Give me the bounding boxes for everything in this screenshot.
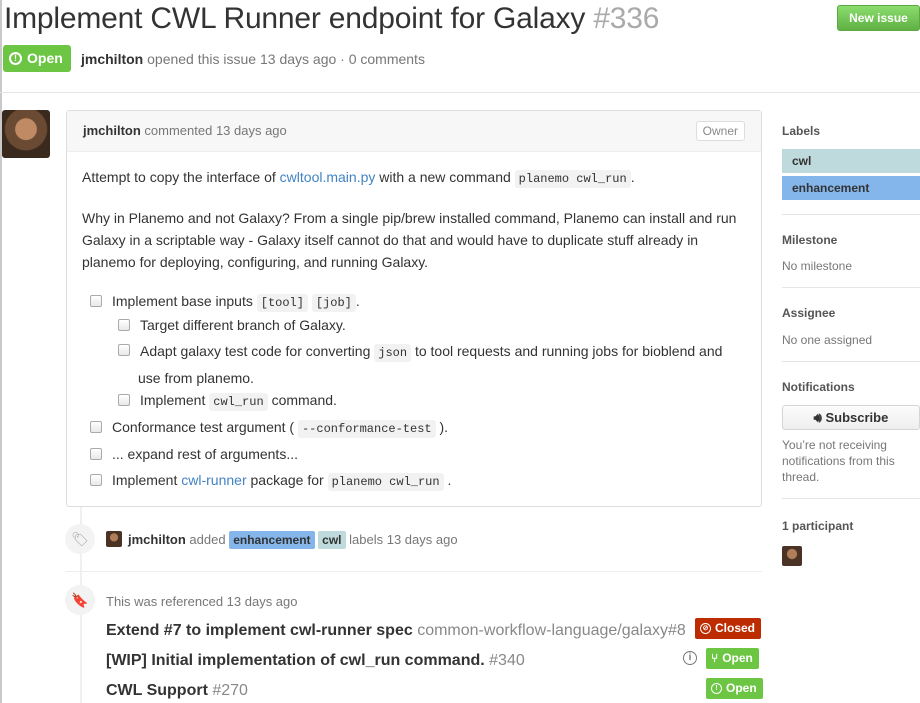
issue-comment: jmchilton commented 13 days ago Owner At… xyxy=(66,110,762,507)
speaker-icon: 🔊︎ xyxy=(813,410,822,425)
sidebar-divider xyxy=(782,361,920,362)
pr-closed-icon: ⊘ xyxy=(700,623,711,634)
p1-text-middle: with a new command xyxy=(379,169,511,185)
task-checkbox[interactable] xyxy=(90,448,102,460)
owner-badge: Owner xyxy=(695,121,745,141)
issue-state-label: Open xyxy=(27,50,63,66)
task-text: Implement cwl-runner package for planemo… xyxy=(112,472,452,491)
reference-item[interactable]: Extend #7 to implement cwl-runner spec c… xyxy=(106,622,686,640)
assignee-value: No one assigned xyxy=(782,333,873,347)
milestone-value: No milestone xyxy=(782,259,853,273)
comment-meta[interactable]: commented 13 days ago xyxy=(144,123,286,138)
task-checkbox[interactable] xyxy=(118,319,130,331)
reference-note: This was referenced 13 days ago xyxy=(106,594,298,609)
event-avatar[interactable] xyxy=(106,531,122,547)
open-badge: ! Open xyxy=(706,678,763,699)
milestone-heading[interactable]: Milestone xyxy=(782,233,920,247)
sidebar-label-enhancement[interactable]: enhancement xyxy=(782,176,920,200)
assignee-heading[interactable]: Assignee xyxy=(782,306,920,320)
task-item-6: ... expand rest of arguments... xyxy=(90,443,298,465)
task-item-5: Conformance test argument ( --conformanc… xyxy=(90,416,448,440)
task-checkbox[interactable] xyxy=(118,394,130,406)
labels-heading[interactable]: Labels xyxy=(782,124,920,138)
info-icon[interactable]: i xyxy=(683,651,697,665)
participants-heading: 1 participant xyxy=(782,519,854,533)
label-enhancement[interactable]: enhancement xyxy=(229,531,315,549)
comment-header: jmchilton commented 13 days ago Owner xyxy=(67,111,761,152)
task-text: Conformance test argument ( --conformanc… xyxy=(112,419,449,438)
comment-paragraph-1: Attempt to copy the interface of cwltool… xyxy=(82,169,635,188)
task-text: Adapt galaxy test code for converting js… xyxy=(138,343,723,386)
label-cwl[interactable]: cwl xyxy=(318,531,346,549)
sidebar-divider xyxy=(782,287,920,288)
cwltool-link[interactable]: cwltool.main.py xyxy=(280,169,376,185)
task-text: Implement cwl_run command. xyxy=(140,392,337,411)
task-item-3: Adapt galaxy test code for converting js… xyxy=(118,339,748,391)
sidebar-divider xyxy=(782,498,920,499)
header-divider xyxy=(0,92,920,93)
p1-code: planemo cwl_run xyxy=(514,170,631,188)
task-checkbox[interactable] xyxy=(118,344,130,356)
task-text: ... expand rest of arguments... xyxy=(112,446,298,462)
issue-opened-icon: ! xyxy=(9,52,22,65)
issue-number: #336 xyxy=(593,2,660,35)
task-item-7: Implement cwl-runner package for planemo… xyxy=(90,469,451,493)
issue-title-text: Implement CWL Runner endpoint for Galaxy xyxy=(4,2,586,35)
notifications-heading: Notifications xyxy=(782,380,855,394)
reference-item[interactable]: CWL Support #270 xyxy=(106,682,248,700)
task-item-1: Implement base inputs [tool] [job]. xyxy=(90,290,360,314)
reference-item[interactable]: [WIP] Initial implementation of cwl_run … xyxy=(106,652,525,670)
issue-meta: jmchilton opened this issue 13 days ago … xyxy=(81,51,425,67)
tag-icon: 🏷 xyxy=(65,524,95,554)
open-badge: ⑂ Open xyxy=(706,648,759,669)
issue-state-badge: ! Open xyxy=(3,45,71,72)
new-issue-button[interactable]: New issue xyxy=(837,5,920,31)
issue-title: Implement CWL Runner endpoint for Galaxy… xyxy=(4,2,659,36)
task-checkbox[interactable] xyxy=(90,295,102,307)
task-text: Implement base inputs [tool] [job]. xyxy=(112,293,360,312)
timeline-divider xyxy=(66,571,762,572)
event-actor-link[interactable]: jmchilton xyxy=(128,532,186,547)
participant-avatar[interactable] xyxy=(782,546,802,566)
task-checkbox[interactable] xyxy=(90,421,102,433)
left-edge-border xyxy=(0,0,2,703)
issue-meta-text: opened this issue 13 days ago · 0 commen… xyxy=(147,51,425,67)
bookmark-icon: 🔖 xyxy=(65,585,95,615)
issue-opened-icon: ! xyxy=(711,683,722,694)
issue-author-link[interactable]: jmchilton xyxy=(81,51,143,67)
sidebar-divider xyxy=(782,214,920,215)
cwl-runner-link[interactable]: cwl-runner xyxy=(181,472,246,488)
p1-text-before: Attempt to copy the interface of xyxy=(82,169,276,185)
task-text: Target different branch of Galaxy. xyxy=(140,317,346,333)
subscribe-button[interactable]: 🔊︎ Subscribe xyxy=(782,405,920,430)
p1-text-after: . xyxy=(630,169,635,185)
comment-paragraph-2: Why in Planemo and not Galaxy? From a si… xyxy=(82,210,737,270)
label-event: jmchilton added enhancement cwl labels 1… xyxy=(106,531,458,549)
sidebar-label-cwl[interactable]: cwl xyxy=(782,149,920,173)
task-item-2: Target different branch of Galaxy. xyxy=(118,314,346,336)
task-checkbox[interactable] xyxy=(90,474,102,486)
pull-request-icon: ⑂ xyxy=(711,651,719,665)
notifications-text: You’re not receiving notifications from … xyxy=(782,438,895,484)
closed-badge: ⊘ Closed xyxy=(695,618,762,639)
comment-author-link[interactable]: jmchilton xyxy=(83,123,141,138)
task-item-4: Implement cwl_run command. xyxy=(118,389,337,413)
author-avatar[interactable] xyxy=(2,110,50,158)
